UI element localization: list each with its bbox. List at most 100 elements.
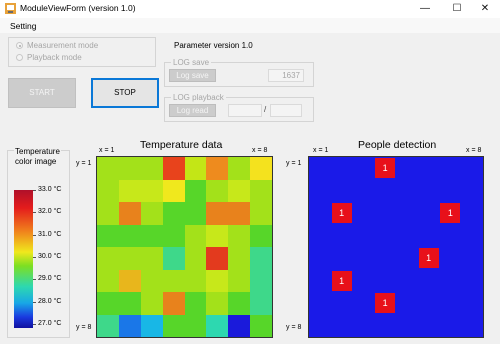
temperature-cell [228,157,251,180]
people-y-end: y = 8 [286,324,302,331]
temperature-cell [97,269,119,292]
measurement-mode-radio[interactable] [16,42,23,49]
app-icon [5,3,16,14]
temperature-cell [184,224,207,247]
temperature-cell [184,179,207,202]
start-button[interactable]: START [8,78,76,108]
temperature-cell [228,314,251,337]
legend-title-line2: color image [15,157,57,166]
temperature-cell [250,157,272,180]
temperature-cell [228,179,251,202]
temperature-cell [250,292,272,315]
temperature-cell [140,269,163,292]
person-detection-marker: 1 [418,248,439,269]
temperature-cell [162,202,185,225]
legend-tick-mark [33,190,36,191]
temperature-cell [97,224,119,247]
temperature-cell [250,224,272,247]
person-detection-marker: 1 [331,270,352,291]
legend-tick-label: 33.0 °C [38,186,62,193]
temperature-cell [228,292,251,315]
legend-tick-label: 32.0 °C [38,208,62,216]
temperature-grid [96,156,273,338]
temperature-cell [206,202,229,225]
log-playback-current-field[interactable] [228,104,262,117]
log-read-button[interactable]: Log read [169,104,216,117]
color-scale-bar [14,190,33,328]
temperature-y-end: y = 8 [76,324,92,331]
legend-title: Temperature color image [14,147,61,167]
temperature-cell [250,202,272,225]
legend-tick-label: 31.0 °C [38,230,62,238]
temperature-cell [118,292,141,315]
close-button[interactable]: ✕ [470,0,500,18]
legend-tick-label: 27.0 °C [38,320,62,327]
log-save-button[interactable]: Log save [169,69,216,82]
temperature-cell [162,314,185,337]
temperature-cell [184,292,207,315]
minimize-button[interactable]: — [410,0,440,18]
menu-bar [0,18,500,33]
legend-tick-label: 29.0 °C [38,275,62,283]
temperature-cell [140,314,163,337]
temperature-cell [140,224,163,247]
people-title: People detection [358,139,437,151]
measurement-mode-label: Measurement mode [27,41,99,50]
temperature-x-start: x = 1 [99,147,115,154]
stop-button[interactable]: STOP [91,78,159,108]
people-x-start: x = 1 [313,147,329,154]
temperature-cell [228,224,251,247]
person-detection-marker: 1 [375,293,396,314]
temperature-cell [250,179,272,202]
legend-tick-mark [33,301,36,303]
person-detection-marker: 1 [331,203,352,224]
temperature-cell [97,202,119,225]
legend-tick-label: 28.0 °C [38,297,62,305]
temperature-cell [206,247,229,270]
temperature-cell [228,247,251,270]
temperature-cell [162,247,185,270]
log-save-count-field[interactable]: 1637 [268,69,304,82]
temperature-cell [206,157,229,180]
legend-tick-mark [33,234,36,236]
legend-tick-mark [33,324,36,325]
temperature-cell [184,247,207,270]
temperature-cell [97,247,119,270]
temperature-cell [250,247,272,270]
maximize-button[interactable]: ☐ [442,0,472,18]
temperature-cell [97,179,119,202]
temperature-cell [162,269,185,292]
temperature-cell [118,202,141,225]
legend-tick-mark [33,257,36,258]
temperature-cell [97,314,119,337]
temperature-cell [206,269,229,292]
temperature-cell [206,224,229,247]
temperature-x-end: x = 8 [252,147,268,154]
temperature-cell [162,179,185,202]
temperature-cell [162,292,185,315]
temperature-cell [184,157,207,180]
temperature-y-start: y = 1 [76,160,92,167]
temperature-cell [184,202,207,225]
temperature-cell [140,157,163,180]
temperature-cell [140,179,163,202]
temperature-cell [140,247,163,270]
temperature-cell [228,202,251,225]
playback-mode-radio[interactable] [16,54,23,61]
temperature-cell [140,292,163,315]
log-playback-total-field[interactable] [270,104,302,117]
temperature-cell [162,224,185,247]
temperature-cell [162,157,185,180]
person-detection-marker: 1 [375,158,396,179]
people-y-start: y = 1 [286,160,302,167]
temperature-cell [118,224,141,247]
temperature-cell [118,247,141,270]
log-save-group-label: LOG save [171,58,212,67]
temperature-cell [184,269,207,292]
temperature-cell [206,292,229,315]
temperature-cell [97,292,119,315]
temperature-cell [118,269,141,292]
temperature-cell [97,157,119,180]
legend-title-line1: Temperature [15,147,60,156]
menu-setting[interactable]: Setting [10,21,36,31]
